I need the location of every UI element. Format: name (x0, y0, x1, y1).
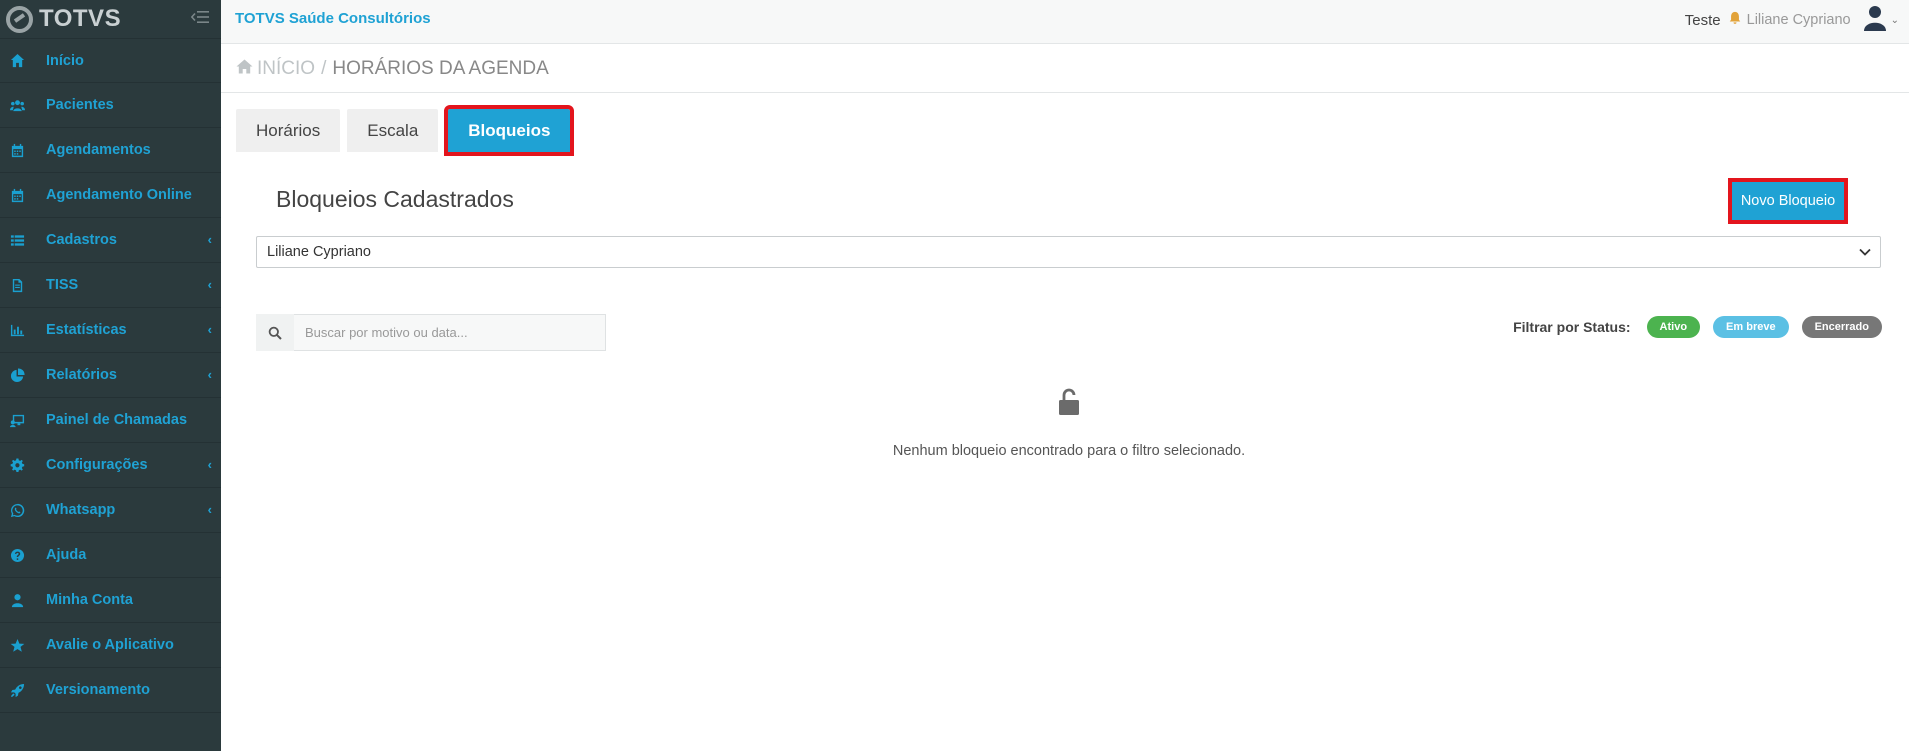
sidebar-item-cadastros[interactable]: Cadastros ‹ (0, 218, 221, 263)
filter-label: Filtrar por Status: (1513, 319, 1631, 335)
novo-bloqueio-button[interactable]: Novo Bloqueio (1728, 178, 1848, 224)
professional-select-value: Liliane Cypriano (267, 244, 371, 260)
sidebar-item-label: Configurações (46, 457, 148, 473)
list-icon (9, 232, 25, 248)
sidebar-item-painel-de-chamadas[interactable]: Painel de Chamadas (0, 398, 221, 443)
sidebar-item-label: Agendamentos (46, 142, 151, 158)
topbar: TOTVS Saúde Consultórios Teste Liliane C… (221, 0, 1909, 44)
question-icon (9, 547, 25, 563)
sidebar-item-estatisticas[interactable]: Estatísticas ‹ (0, 308, 221, 353)
tab-horarios[interactable]: Horários (236, 109, 341, 152)
sidebar-item-versionamento[interactable]: Versionamento (0, 668, 221, 713)
home-icon[interactable] (236, 59, 253, 79)
sidebar: TOTVS Início Pacientes Agendamentos Agen… (0, 0, 221, 751)
sidebar-item-minha-conta[interactable]: Minha Conta (0, 578, 221, 623)
sidebar-item-label: Estatísticas (46, 322, 127, 338)
user-menu[interactable]: Teste Liliane Cypriano ⌄ (1684, 5, 1899, 32)
tab-escala[interactable]: Escala (347, 109, 439, 152)
star-icon (9, 637, 25, 653)
sidebar-item-label: Cadastros (46, 232, 117, 248)
chevron-left-icon: ‹ (207, 457, 212, 472)
avatar-icon[interactable] (1863, 5, 1887, 36)
status-badge-em-breve[interactable]: Em breve (1713, 316, 1789, 338)
unlock-icon (1059, 388, 1079, 415)
sidebar-item-label: TISS (46, 277, 79, 293)
user-name[interactable]: Liliane Cypriano (1747, 12, 1851, 28)
section-title: Bloqueios Cadastrados (276, 186, 514, 212)
totvs-logo-icon (6, 5, 33, 33)
sidebar-item-label: Ajuda (46, 547, 87, 563)
sidebar-item-whatsapp[interactable]: Whatsapp ‹ (0, 488, 221, 533)
sidebar-item-label: Versionamento (46, 682, 150, 698)
collapse-sidebar-icon[interactable] (191, 10, 209, 24)
logo-text: TOTVS (39, 5, 122, 32)
search-button[interactable] (256, 314, 294, 351)
sidebar-nav: Início Pacientes Agendamentos Agendament… (0, 38, 221, 713)
org-name[interactable]: TOTVS Saúde Consultórios (235, 10, 431, 27)
bar-chart-icon (9, 322, 25, 338)
search-icon (268, 326, 282, 340)
search-group (256, 314, 606, 351)
chevron-left-icon: ‹ (207, 232, 212, 247)
status-badge-ativo[interactable]: Ativo (1646, 316, 1701, 338)
chevron-left-icon: ‹ (207, 502, 212, 517)
sidebar-item-relatorios[interactable]: Relatórios ‹ (0, 353, 221, 398)
chevron-left-icon: ‹ (207, 367, 212, 382)
sidebar-item-inicio[interactable]: Início (0, 38, 221, 83)
monitor-icon (9, 412, 25, 428)
chevron-left-icon: ‹ (207, 322, 212, 337)
sidebar-item-label: Pacientes (46, 97, 114, 113)
empty-state-message: Nenhum bloqueio encontrado para o filtro… (892, 443, 1246, 459)
calendar-icon (9, 187, 25, 203)
sidebar-item-pacientes[interactable]: Pacientes (0, 83, 221, 128)
search-input[interactable] (294, 314, 606, 351)
status-badge-encerrado[interactable]: Encerrado (1801, 316, 1882, 338)
tab-bloqueios[interactable]: Bloqueios (444, 105, 575, 156)
pie-chart-icon (9, 367, 25, 383)
bell-icon[interactable] (1728, 11, 1742, 30)
sidebar-item-label: Início (46, 52, 84, 69)
sidebar-item-agendamentos[interactable]: Agendamentos (0, 128, 221, 173)
breadcrumb-home[interactable]: INÍCIO (257, 58, 315, 80)
whatsapp-icon (9, 502, 25, 518)
sidebar-item-ajuda[interactable]: Ajuda (0, 533, 221, 578)
gear-icon (9, 457, 25, 473)
home-icon (9, 53, 25, 69)
sidebar-item-label: Painel de Chamadas (46, 412, 188, 428)
sidebar-item-agendamento-online[interactable]: Agendamento Online (0, 173, 221, 218)
tab-bar: Horários Escala Bloqueios (236, 105, 577, 156)
file-icon (9, 277, 25, 293)
user-icon (9, 592, 25, 608)
professional-select[interactable]: Liliane Cypriano (256, 236, 1881, 268)
sidebar-item-label: Avalie o Aplicativo (46, 637, 174, 653)
sidebar-item-label: Minha Conta (46, 592, 133, 608)
breadcrumb-current: HORÁRIOS DA AGENDA (332, 57, 549, 79)
rocket-icon (9, 682, 25, 698)
breadcrumb-separator: / (321, 57, 327, 79)
sidebar-item-label: Agendamento Online (46, 187, 192, 203)
chevron-down-icon[interactable]: ⌄ (1891, 15, 1899, 26)
calendar-icon (9, 142, 25, 158)
sidebar-item-avalie-o-aplicativo[interactable]: Avalie o Aplicativo (0, 623, 221, 668)
chevron-down-icon (1859, 248, 1871, 256)
breadcrumb: INÍCIO / HORÁRIOS DA AGENDA (221, 45, 1909, 93)
sidebar-item-label: Whatsapp (46, 502, 116, 518)
sidebar-item-tiss[interactable]: TISS ‹ (0, 263, 221, 308)
status-filter: Filtrar por Status: Ativo Em breve Encer… (1513, 316, 1882, 338)
users-icon (9, 97, 25, 113)
sidebar-item-label: Relatórios (46, 367, 117, 383)
chevron-left-icon: ‹ (207, 277, 212, 292)
environment-label: Teste (1684, 11, 1721, 29)
logo: TOTVS (0, 0, 221, 38)
